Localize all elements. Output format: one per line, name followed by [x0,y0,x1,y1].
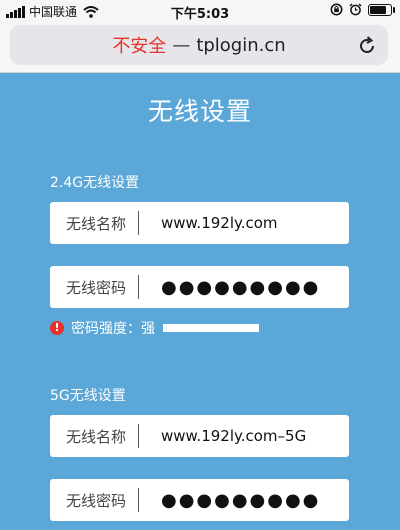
field-label: 无线密码 [66,278,127,297]
strength-label: 密码强度：强 [71,321,155,337]
alarm-icon [349,3,362,16]
page-title: 无线设置 [147,97,252,126]
battery-icon [368,3,395,16]
password-field-5g[interactable]: 无线密码 ●●●●●●●●● [50,479,349,521]
reload-icon[interactable] [356,35,378,57]
strength-bar [163,324,259,332]
password-strength: ! 密码强度：强 [50,318,259,338]
field-label: 无线密码 [66,491,127,510]
section-label-24g: 2.4G无线设置 [50,175,140,191]
ssid-field-5g[interactable]: 无线名称 www.192ly.com–5G [50,415,349,457]
url-domain: tplogin.cn [196,34,286,56]
url-separator: — [172,34,191,56]
battery-fill [370,5,386,14]
section-label-5g: 5G无线设置 [50,388,126,404]
address-bar[interactable]: 不安全 — tplogin.cn [10,25,388,65]
field-label: 无线名称 [66,214,127,233]
status-bar: 中国联通 下午5:03 [0,0,400,22]
field-label: 无线名称 [66,427,127,446]
browser-bar: 不安全 — tplogin.cn [0,22,400,73]
warning-icon: ! [50,321,64,335]
ssid-input-5g[interactable]: www.192ly.com–5G [139,427,306,445]
password-input-5g[interactable]: ●●●●●●●●● [139,490,320,511]
ssid-field-24g[interactable]: 无线名称 www.192ly.com [50,202,349,244]
ssid-input-24g[interactable]: www.192ly.com [139,214,278,232]
password-field-24g[interactable]: 无线密码 ●●●●●●●●● [50,266,349,308]
insecure-label: 不安全 [112,36,167,57]
orientation-lock-icon [330,3,343,16]
status-right [330,3,395,16]
password-input-24g[interactable]: ●●●●●●●●● [139,277,320,298]
